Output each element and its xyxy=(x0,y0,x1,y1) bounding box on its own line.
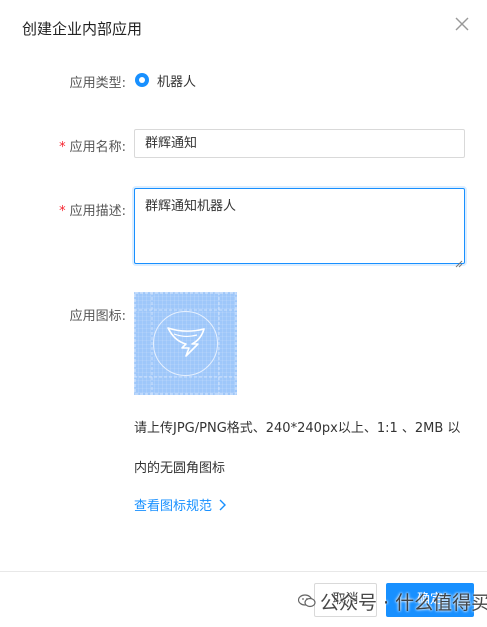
create-app-dialog: 创建企业内部应用 应用类型: 机器人 * 应用名称: 群辉通知 * 应用描述: 群辉… xyxy=(0,0,487,627)
app-name-label: * 应用名称: xyxy=(6,136,126,155)
app-description-textarea[interactable]: 群辉通知机器人 xyxy=(134,188,465,264)
icon-hint-line1: 请上传JPG/PNG格式、240*240px以上、1:1 、2MB 以 xyxy=(134,421,461,436)
app-type-radio[interactable]: 机器人 xyxy=(135,71,197,90)
ok-button[interactable]: 确定 xyxy=(386,583,474,617)
footer-divider xyxy=(0,571,487,572)
required-mark: * xyxy=(59,140,66,155)
app-type-option: 机器人 xyxy=(157,74,197,90)
icon-spec-link-text[interactable]: 查看图标规范 xyxy=(134,499,212,514)
app-description-label: * 应用描述: xyxy=(6,200,126,219)
chevron-right-icon xyxy=(219,499,227,511)
icon-spec-link[interactable]: 查看图标规范 xyxy=(134,495,228,514)
app-icon-label-text: 应用图标: xyxy=(69,309,126,324)
icon-hint-line2: 内的无圆角图标 xyxy=(134,461,226,476)
resize-grip-icon[interactable] xyxy=(455,253,463,268)
dialog-title: 创建企业内部应用 xyxy=(22,20,143,38)
app-name-input[interactable]: 群辉通知 xyxy=(134,129,465,158)
radio-selected-icon[interactable] xyxy=(135,73,149,87)
app-name-label-text: 应用名称: xyxy=(69,140,126,155)
dingtalk-logo-icon xyxy=(134,292,237,395)
app-description-label-text: 应用描述: xyxy=(69,204,126,219)
app-icon-label: 应用图标: xyxy=(6,305,126,324)
app-type-label-text: 应用类型: xyxy=(69,76,126,91)
app-type-label: 应用类型: xyxy=(6,72,126,91)
close-icon[interactable] xyxy=(452,14,472,34)
app-icon-upload[interactable] xyxy=(134,292,237,395)
cancel-button[interactable]: 取消 xyxy=(314,583,377,617)
required-mark: * xyxy=(59,204,66,219)
